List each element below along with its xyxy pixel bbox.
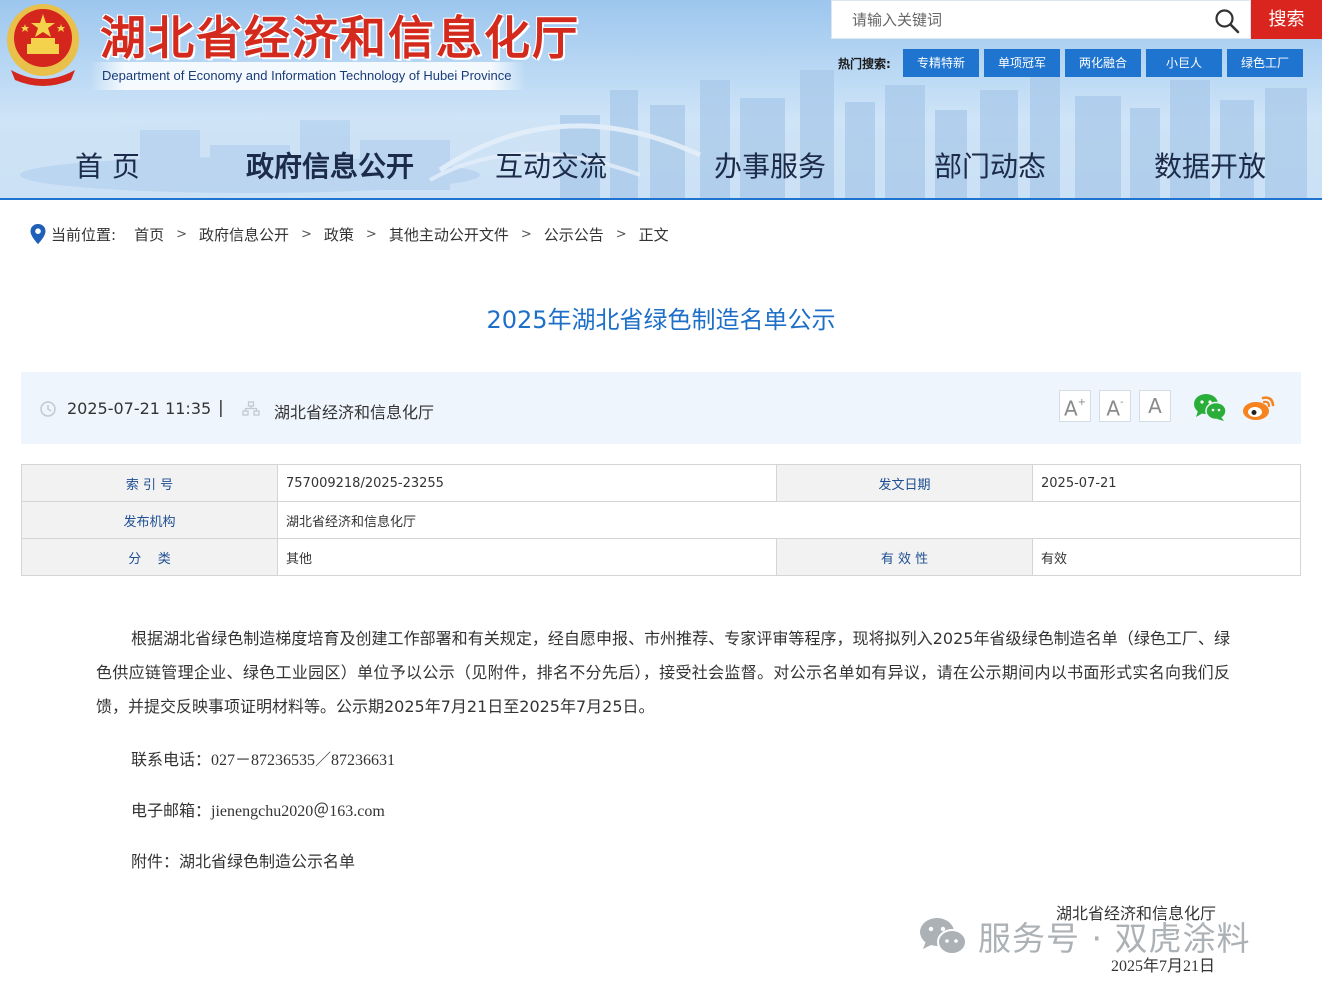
index-number-value: 757009218/2025-23255 <box>277 464 777 502</box>
header-divider <box>0 198 1322 200</box>
breadcrumb-policy[interactable]: 政策 <box>324 224 354 245</box>
category-label: 分 类 <box>21 538 278 576</box>
site-header: 湖北省经济和信息化厅 Department of Economy and Inf… <box>0 0 1322 200</box>
breadcrumb-announcements[interactable]: 公示公告 <box>544 224 604 245</box>
font-decrease-button[interactable]: A- <box>1099 390 1131 422</box>
table-row: 发布机构 湖北省经济和信息化厅 <box>21 501 1301 539</box>
nav-gov-info-disclosure[interactable]: 政府信息公开 <box>246 140 414 194</box>
announcement-paragraph: 根据湖北省绿色制造梯度培育及创建工作部署和有关规定，经自愿申报、市州推荐、专家评… <box>96 629 1230 716</box>
document-info-table: 索 引 号 757009218/2025-23255 发文日期 2025-07-… <box>21 464 1301 576</box>
hot-tag-xiaojuren[interactable]: 小巨人 <box>1146 49 1222 77</box>
issue-date-value: 2025-07-21 <box>1032 464 1301 502</box>
breadcrumb-separator: > <box>365 226 377 242</box>
national-emblem-icon <box>7 4 79 86</box>
breadcrumb-other-files[interactable]: 其他主动公开文件 <box>389 224 509 245</box>
nav-department-news[interactable]: 部门动态 <box>934 140 1046 194</box>
site-title: 湖北省经济和信息化厅 <box>100 11 580 65</box>
email-label: 电子邮箱： <box>131 801 212 820</box>
site-subtitle: Department of Economy and Information Te… <box>90 62 526 90</box>
breadcrumb-separator: > <box>615 226 627 242</box>
index-number-label: 索 引 号 <box>21 464 278 502</box>
issue-date-label: 发文日期 <box>776 464 1033 502</box>
article-title: 2025年湖北省绿色制造名单公示 <box>486 306 836 334</box>
wechat-watermark-icon <box>920 918 967 955</box>
search-box <box>831 0 1251 39</box>
breadcrumb-home[interactable]: 首页 <box>134 224 164 245</box>
breadcrumb-label: 当前位置: <box>51 225 117 244</box>
location-pin-icon <box>30 224 46 244</box>
article-meta-bar: 2025-07-21 11:35 | 湖北省经济和信息化厅 A+ A- A <box>21 372 1301 444</box>
wechat-icon[interactable] <box>1193 392 1227 422</box>
publish-source: 湖北省经济和信息化厅 <box>274 403 435 422</box>
meta-divider: | <box>218 398 224 418</box>
contact-phone: 联系电话：027－87236535／87236631 <box>131 746 395 770</box>
validity-value: 有效 <box>1032 538 1301 576</box>
signature-date: 2025年7月21日 <box>1111 958 1216 975</box>
breadcrumb-separator: > <box>301 226 312 242</box>
breadcrumb-separator: > <box>176 226 187 242</box>
publish-datetime: 2025-07-21 11:35 <box>67 399 212 418</box>
font-reset-button[interactable]: A <box>1139 390 1171 422</box>
attachment-link[interactable]: 湖北省绿色制造公示名单 <box>179 852 355 871</box>
phone-label: 联系电话： <box>131 750 212 769</box>
nav-services[interactable]: 办事服务 <box>714 140 826 194</box>
table-row: 分 类 其他 有 效 性 有效 <box>21 538 1301 576</box>
nav-home[interactable]: 首 页 <box>75 140 140 194</box>
breadcrumb-current: 正文 <box>638 225 669 244</box>
hot-search-label: 热门搜索: <box>838 57 891 71</box>
attachment-line: 附件：湖北省绿色制造公示名单 <box>131 848 355 872</box>
category-value: 其他 <box>277 538 777 576</box>
weibo-icon[interactable] <box>1241 392 1277 422</box>
table-row: 索 引 号 757009218/2025-23255 发文日期 2025-07-… <box>21 464 1301 502</box>
organization-icon <box>242 401 260 416</box>
search-button[interactable]: 搜索 <box>1251 0 1322 39</box>
hot-tag-lianghuarenghe[interactable]: 两化融合 <box>1065 49 1141 77</box>
clock-icon <box>40 401 56 417</box>
validity-label: 有 效 性 <box>776 538 1033 576</box>
main-nav: 首 页 政府信息公开 互动交流 办事服务 部门动态 数据开放 <box>0 140 1322 196</box>
contact-email: 电子邮箱：jienengchu2020＠163.com <box>131 797 385 821</box>
attachment-label: 附件： <box>131 852 180 871</box>
search-icon[interactable] <box>1214 8 1240 34</box>
search-input[interactable] <box>832 1 1202 38</box>
breadcrumb-gov-info[interactable]: 政府信息公开 <box>199 224 289 245</box>
breadcrumb: 当前位置: 首页 > 政府信息公开 > 政策 > 其他主动公开文件 > 公示公告… <box>30 222 669 246</box>
nav-interaction[interactable]: 互动交流 <box>495 140 607 194</box>
email-value: jienengchu2020＠163.com <box>211 803 385 820</box>
hot-tag-lvsegongchang[interactable]: 绿色工厂 <box>1227 49 1303 77</box>
hot-tag-zhuanjingtexin[interactable]: 专精特新 <box>903 49 979 77</box>
issuer-label: 发布机构 <box>21 501 278 539</box>
hot-search-tags: 专精特新 单项冠军 两化融合 小巨人 绿色工厂 <box>903 49 1303 77</box>
breadcrumb-separator: > <box>520 226 532 242</box>
issuer-value: 湖北省经济和信息化厅 <box>277 501 1301 539</box>
phone-value: 027－87236535／87236631 <box>211 752 396 769</box>
font-increase-button[interactable]: A+ <box>1059 390 1091 422</box>
hot-tag-danxiangguanjun[interactable]: 单项冠军 <box>984 49 1060 77</box>
nav-open-data[interactable]: 数据开放 <box>1154 140 1266 194</box>
